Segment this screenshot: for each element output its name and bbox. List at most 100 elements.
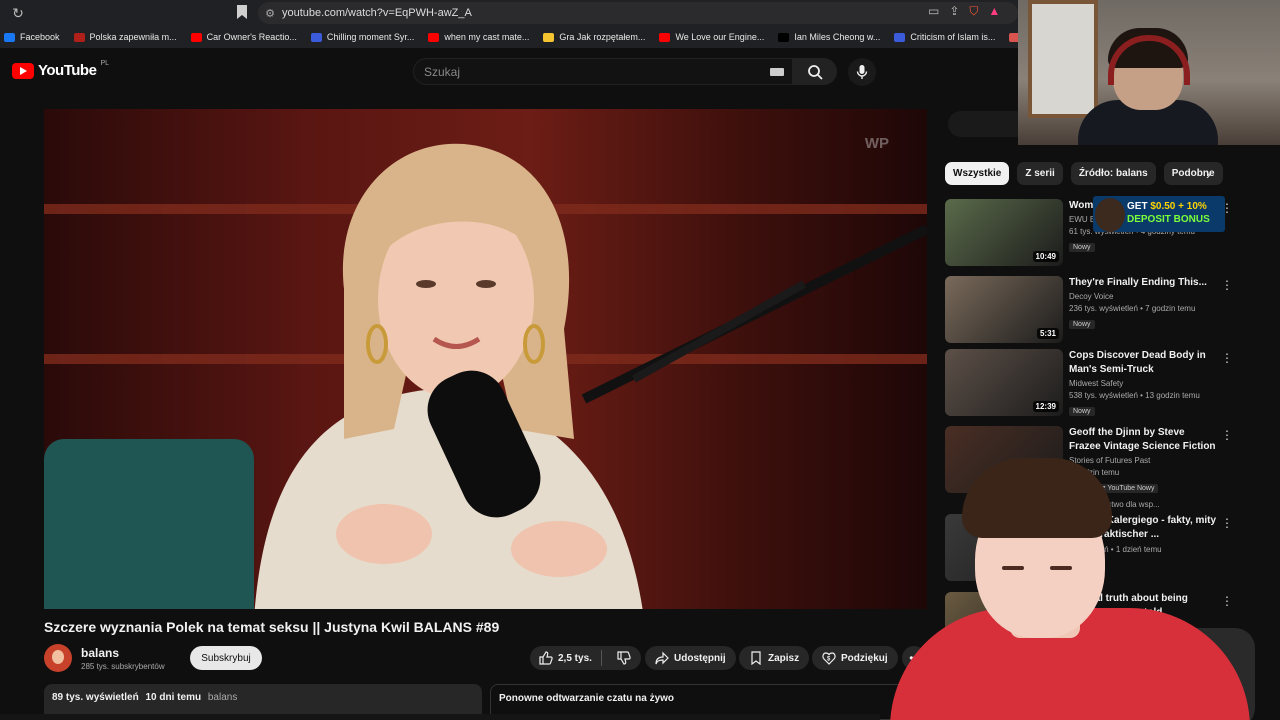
triangle-icon[interactable]: ▲ [988,4,1000,19]
video-tag[interactable]: balans [208,692,237,703]
recommendation-stats: 236 tys. wyświetleń • 7 godzin temu [1069,304,1196,313]
bookmark-label: We Love our Engine... [675,32,765,42]
favicon-icon [310,32,322,42]
voice-search-button[interactable] [848,58,876,86]
recommendation-channel[interactable]: Midwest Safety [1069,379,1219,388]
recommendation-info: They're Finally Ending This... Decoy Voic… [1069,276,1219,331]
channel-name[interactable]: balans [81,646,165,660]
thumbs-up-icon [539,651,553,665]
bookmark-item[interactable]: We Love our Engine... [655,32,774,42]
favicon-icon [778,32,790,42]
new-badge: Nowy [1069,407,1095,416]
upload-age: 10 dni temu [145,692,202,703]
taskbar [0,714,880,720]
favicon-icon [543,32,555,42]
logo-text: YouTube [38,62,97,79]
keyboard-icon[interactable] [770,68,784,76]
bookmark-label: Gra Jak rozpętałem... [559,32,646,42]
video-thumbnail[interactable]: 5:31 [945,276,1063,343]
recommendation-item[interactable]: 12:39 Cops Discover Dead Body in Man's Se… [945,349,1245,419]
favicon-icon [428,32,440,42]
promo-line-1: GET $0.50 + 10% [1127,201,1207,212]
reload-icon[interactable]: ↻ [0,5,36,22]
search-icon [808,64,823,80]
eye [1002,566,1024,570]
save-button[interactable]: Zapisz [739,646,810,670]
recommendation-channel[interactable]: Decoy Voice [1069,292,1219,301]
bookmark-label: Criticism of Islam is... [910,32,996,42]
search-input[interactable] [424,64,764,79]
bookmark-label: Polska zapewniła m... [89,32,177,42]
address-bar[interactable]: ⚙ youtube.com/watch?v=EqPWH-awZ_A [258,2,1018,24]
subscribe-button[interactable]: Subskrybuj [190,646,262,670]
panel-control[interactable] [948,111,1028,137]
bookmark-label: Car Owner's Reactio... [206,32,297,42]
screen: ↻ ⚙ youtube.com/watch?v=EqPWH-awZ_A ▭ ⇪ … [0,0,1280,720]
kebab-menu-icon[interactable]: ⋮ [1221,278,1233,292]
filter-chip[interactable]: Wszystkie [945,162,1010,185]
recommendation-title[interactable]: Cops Discover Dead Body in Man's Semi-Tr… [1069,349,1219,377]
heart-dollar-icon: $ [822,652,836,665]
recommendation-stats: 538 tys. wyświetleń • 13 godzin temu [1069,391,1200,400]
filter-chip[interactable]: Z serii [1017,162,1063,185]
divider [600,650,602,666]
promo-line-2: DEPOSIT BONUS [1127,214,1210,225]
chevron-right-icon[interactable]: › [1206,166,1211,182]
save-label: Zapisz [768,652,800,664]
webcam-overlay-top [1018,0,1280,145]
new-badge: Nowy [1069,320,1095,329]
bookmark-item[interactable]: Car Owner's Reactio... [187,32,307,42]
site-info-icon[interactable]: ⚙ [258,7,282,20]
channel-info[interactable]: balans 285 tys. subskrybentów [44,644,165,672]
favicon-icon [73,32,85,42]
bookmark-item[interactable]: Criticism of Islam is... [890,32,1005,42]
duration-badge: 12:39 [1032,401,1059,412]
like-button[interactable]: 2,5 tys. [530,651,596,665]
bookmark-item[interactable]: Chilling moment Syr... [307,32,425,42]
duration-badge: 10:49 [1032,251,1059,262]
video-thumbnail[interactable]: 12:39 [945,349,1063,416]
video-thumbnail[interactable]: 10:49 [945,199,1063,266]
kebab-menu-icon[interactable]: ⋮ [1221,428,1233,442]
search-button[interactable] [793,58,837,85]
bookmark-item[interactable]: Gra Jak rozpętałem... [539,32,655,42]
shield-icon[interactable]: ⛉ [969,4,978,19]
share-icon[interactable]: ⇪ [949,4,959,19]
browser-tools: ▭ ⇪ ⛉ ▲ [928,4,1000,19]
like-dislike-group: 2,5 tys. [530,646,641,670]
subscriber-count: 285 tys. subskrybentów [81,661,165,671]
bookmark-item[interactable]: Facebook [0,32,70,42]
recommendation-title[interactable]: They're Finally Ending This... [1069,276,1219,290]
microphone-arm [427,224,927,518]
bookmark-item[interactable]: Polska zapewniła m... [70,32,187,42]
share-button[interactable]: Udostępnij [645,646,736,670]
like-count: 2,5 tys. [558,652,592,664]
promo-banner[interactable]: GET $0.50 + 10% DEPOSIT BONUS [1093,196,1225,232]
share-label: Udostępnij [674,652,726,664]
search-box [413,58,793,85]
channel-avatar[interactable] [44,644,72,672]
share-arrow-icon [655,651,669,665]
bookmark-label: Chilling moment Syr... [326,32,415,42]
youtube-logo[interactable]: YouTube PL [12,60,109,79]
dislike-button[interactable] [607,651,641,665]
recommendation-item[interactable]: 5:31 They're Finally Ending This... Decoy … [945,276,1245,346]
video-player[interactable]: WP [44,109,927,609]
chat-replay-label: Ponowne odtwarzanie czatu na żywo [499,693,675,704]
bookmark-item[interactable]: Ian Miles Cheong w... [774,32,890,42]
url-text: youtube.com/watch?v=EqPWH-awZ_A [282,7,472,19]
filter-chip[interactable]: Podobne [1163,162,1223,185]
mic-icon [856,65,868,79]
kebab-menu-icon[interactable]: ⋮ [1221,351,1233,365]
thumbs-down-icon [617,651,631,665]
favicon-icon [894,32,906,42]
bookmark-item[interactable]: when my cast mate... [424,32,539,42]
new-badge: Nowy [1069,243,1095,252]
favicon-icon [190,32,202,42]
window [1028,0,1098,118]
cast-icon[interactable]: ▭ [928,4,939,19]
channel-watermark: WP [864,135,889,152]
bookmark-icon[interactable] [236,4,248,20]
view-count: 89 tys. wyświetleń [52,692,139,703]
filter-chip[interactable]: Źródło: balans [1070,162,1156,185]
